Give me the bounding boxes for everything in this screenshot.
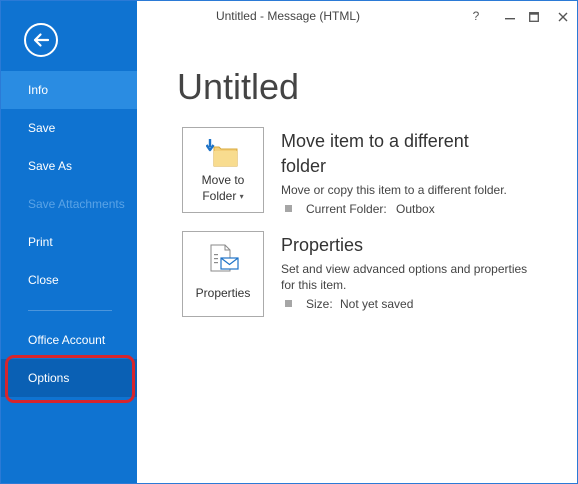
close-icon	[558, 12, 568, 22]
size-value: Not yet saved	[340, 297, 414, 311]
help-button[interactable]: ?	[465, 6, 487, 26]
sidebar-item-close[interactable]: Close	[1, 261, 137, 299]
outlook-backstage-window: Info Save Save As Save Attachments Print…	[0, 0, 578, 484]
restore-icon	[529, 11, 539, 22]
move-item-heading-line2: folder	[281, 156, 327, 176]
close-window-button[interactable]	[552, 6, 574, 26]
sidebar-divider	[28, 310, 112, 311]
properties-description-line2: for this item.	[281, 278, 347, 292]
sidebar-item-office-account[interactable]: Office Account	[1, 321, 137, 359]
size-label: Size:	[306, 297, 333, 311]
page-title: Untitled	[177, 66, 300, 107]
move-to-folder-label-line2: Folder ▾	[202, 189, 244, 203]
minimize-button[interactable]	[499, 6, 521, 26]
properties-description-line1: Set and view advanced options and proper…	[281, 262, 528, 276]
minimize-icon	[505, 17, 515, 20]
properties-button-label: Properties	[195, 286, 251, 300]
back-arrow-icon	[33, 33, 50, 47]
backstage-sidebar: Info Save Save As Save Attachments Print…	[1, 1, 137, 483]
bullet-icon	[285, 205, 292, 212]
properties-button[interactable]: Properties	[182, 231, 264, 317]
dropdown-caret-icon: ▾	[239, 192, 244, 201]
sidebar-item-save-attachments: Save Attachments	[28, 197, 125, 211]
move-to-folder-icon	[206, 139, 238, 167]
move-to-folder-label-line1: Move to	[201, 173, 245, 187]
sidebar-item-save[interactable]: Save	[1, 109, 137, 147]
bullet-icon	[285, 300, 292, 307]
properties-heading: Properties	[281, 235, 364, 255]
sidebar-item-save-as[interactable]: Save As	[1, 147, 137, 185]
sidebar-item-print[interactable]: Print	[1, 223, 137, 261]
sidebar-item-info[interactable]: Info	[1, 71, 137, 109]
move-item-description: Move or copy this item to a different fo…	[281, 183, 507, 197]
options-highlight-annotation	[5, 355, 135, 403]
move-to-folder-button[interactable]: Move to Folder ▾	[182, 127, 264, 213]
current-folder-label: Current Folder:	[306, 202, 387, 216]
restore-button[interactable]	[523, 6, 545, 26]
window-title: Untitled - Message (HTML)	[215, 9, 361, 23]
properties-icon	[210, 244, 239, 272]
move-item-heading-line1: Move item to a different	[281, 131, 469, 151]
current-folder-value: Outbox	[396, 202, 435, 216]
back-button[interactable]	[24, 23, 58, 57]
